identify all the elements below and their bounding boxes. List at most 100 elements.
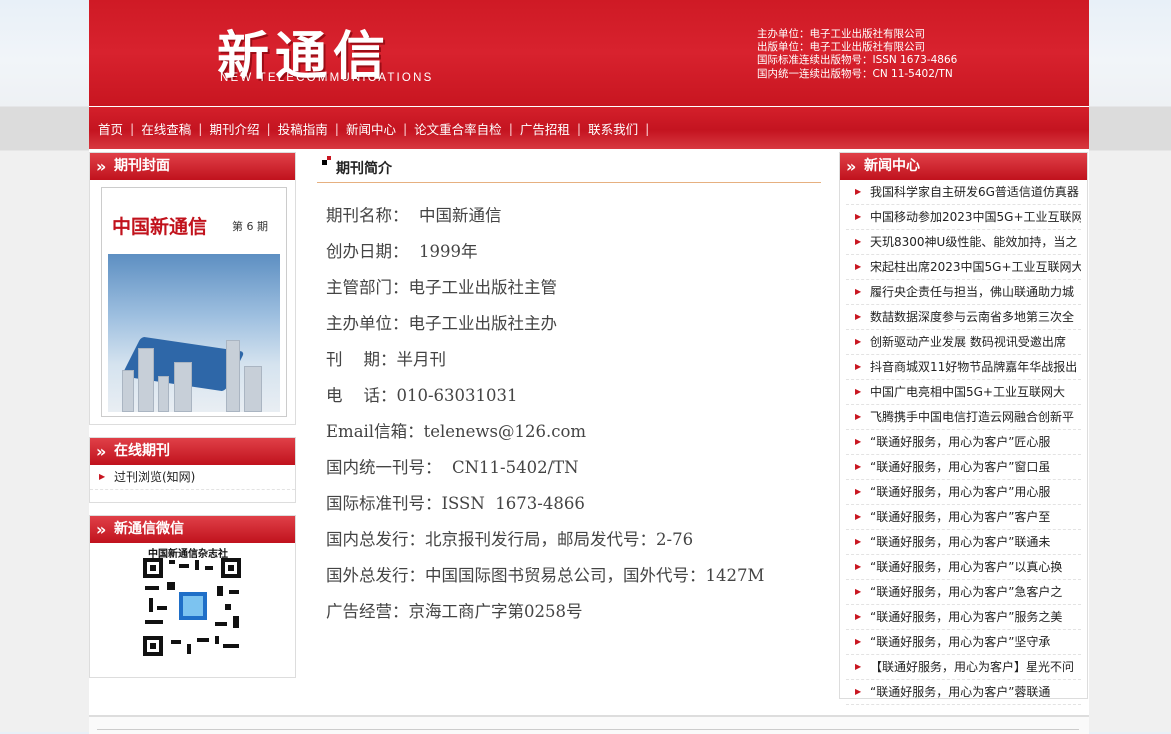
news-item[interactable]: ▶ “联通好服务，用心为客户”坚守承 (846, 630, 1081, 655)
cover-building (122, 370, 134, 412)
publisher-info-line: 出版单位：电子工业出版社有限公司 (757, 41, 925, 54)
news-item[interactable]: ▶ “联通好服务，用心为客户”以真心换 (846, 555, 1081, 580)
news-item-link[interactable]: “联通好服务，用心为客户”用心服 (870, 480, 1050, 504)
nav-label[interactable]: 论文重合率自检 (414, 119, 502, 138)
content-title-bar: 期刊简介 (317, 156, 821, 183)
triangle-right-icon: ▶ (855, 512, 862, 521)
news-item-link[interactable]: 履行央企责任与担当，佛山联通助力城 (870, 280, 1074, 304)
panel-title-bar: » 在线期刊 (90, 438, 295, 465)
news-panel: » 新闻中心 ▶ 我国科学家自主研发6G普适信道仿真器 ▶ 中国移动参加2023中国5… (839, 152, 1088, 705)
news-item-link[interactable]: “联通好服务，用心为客户”坚守承 (870, 630, 1050, 654)
news-item[interactable]: ▶ 我国科学家自主研发6G普适信道仿真器 (846, 180, 1081, 205)
news-item[interactable]: ▶ “联通好服务，用心为客户”急客户之 (846, 580, 1081, 605)
nav-item-journal-intro[interactable]: 期刊介绍 | (209, 119, 277, 138)
news-item-link[interactable]: 【联通好服务，用心为客户】星光不问 (870, 655, 1074, 679)
nav-separator: | (198, 120, 203, 136)
intro-line: 国内统一刊号： CN11-5402/TN (326, 458, 579, 477)
nav-label[interactable]: 期刊介绍 (209, 119, 259, 138)
news-item-link[interactable]: “联通好服务，用心为客户”以真心换 (870, 555, 1062, 579)
panel-title-bar: » 新通信微信 (90, 516, 295, 543)
news-item-link[interactable]: 抖音商城双11好物节品牌嘉年华战报出 (870, 355, 1077, 379)
news-item-link[interactable]: “联通好服务，用心为客户”窗口虽 (870, 455, 1050, 479)
triangle-right-icon: ▶ (855, 312, 862, 321)
nav-item-online-check[interactable]: 在线查稿 | (141, 119, 209, 138)
news-item[interactable]: ▶ 履行央企责任与担当，佛山联通助力城 (846, 280, 1081, 305)
site-logo-english: NEW TELECOMMUNICATIONS (220, 72, 434, 84)
intro-line: 电 话：010-63031031 (326, 386, 518, 405)
double-chevron-icon: » (96, 157, 107, 176)
nav-item-plagiarism-check[interactable]: 论文重合率自检 | (414, 119, 520, 138)
cover-building (138, 348, 154, 412)
news-item-link[interactable]: 中国广电亮相中国5G+工业互联网大 (870, 380, 1065, 404)
news-item[interactable]: ▶ “联通好服务，用心为客户”服务之美 (846, 605, 1081, 630)
nav-item-advertising[interactable]: 广告招租 | (520, 119, 588, 138)
news-item[interactable]: ▶ 飞腾携手中国电信打造云网融合创新平 (846, 405, 1081, 430)
triangle-right-icon: ▶ (855, 562, 862, 571)
nav-label[interactable]: 联系我们 (588, 119, 638, 138)
nav-label[interactable]: 新闻中心 (346, 119, 396, 138)
news-item[interactable]: ▶ “联通好服务，用心为客户”匠心服 (846, 430, 1081, 455)
news-item[interactable]: ▶ 数喆数据深度参与云南省多地第三次全 (846, 305, 1081, 330)
news-item-link[interactable]: “联通好服务，用心为客户”服务之美 (870, 605, 1062, 629)
list-item[interactable]: ▶ 过刊浏览(知网) (90, 465, 295, 490)
nav-label[interactable]: 投稿指南 (278, 119, 328, 138)
news-item[interactable]: ▶ “联通好服务，用心为客户”用心服 (846, 480, 1081, 505)
triangle-right-icon: ▶ (855, 187, 862, 196)
news-item-link[interactable]: 飞腾携手中国电信打造云网融合创新平 (870, 405, 1074, 429)
journal-intro: 期刊名称： 中国新通信 创办日期： 1999年 主管部门：电子工业出版社主管 主… (326, 202, 764, 634)
news-item[interactable]: ▶ 中国移动参加2023中国5G+工业互联网 (846, 205, 1081, 230)
publisher-info-line: 国际标准连续出版物号：ISSN 1673-4866 (757, 54, 958, 67)
news-item[interactable]: ▶ “联通好服务，用心为客户”蓉联通 (846, 680, 1081, 705)
list-item-link[interactable]: 过刊浏览(知网) (114, 465, 195, 489)
intro-line: 主办单位：电子工业出版社主办 (326, 314, 557, 333)
news-item-link[interactable]: “联通好服务，用心为客户”联通未 (870, 530, 1050, 554)
news-item-link[interactable]: “联通好服务，用心为客户”客户至 (870, 505, 1050, 529)
nav-item-news[interactable]: 新闻中心 | (346, 119, 414, 138)
news-item[interactable]: ▶ 创新驱动产业发展 数码视讯受邀出席 (846, 330, 1081, 355)
news-item-link[interactable]: 创新驱动产业发展 数码视讯受邀出席 (870, 330, 1066, 354)
news-item-link[interactable]: 中国移动参加2023中国5G+工业互联网 (870, 205, 1081, 229)
news-item-link[interactable]: 天玑8300神U级性能、能效加持，当之 (870, 230, 1077, 254)
cover-issue-number: 第 6 期 (232, 220, 268, 233)
news-item-link[interactable]: “联通好服务，用心为客户”蓉联通 (870, 680, 1050, 704)
news-item-link[interactable]: “联通好服务，用心为客户”匠心服 (870, 430, 1050, 454)
news-item[interactable]: ▶ “联通好服务，用心为客户”窗口虽 (846, 455, 1081, 480)
nav-item-home[interactable]: 首页 | (98, 119, 141, 138)
square-bullet-accent-icon (327, 156, 331, 160)
cover-magazine-title: 中国新通信 (112, 216, 208, 238)
triangle-right-icon: ▶ (855, 687, 862, 696)
news-item[interactable]: ▶ 中国广电亮相中国5G+工业互联网大 (846, 380, 1081, 405)
intro-line: 国外总发行：中国国际图书贸易总公司，国外代号：1427M (326, 566, 765, 585)
triangle-right-icon: ▶ (99, 472, 106, 481)
nav-label[interactable]: 在线查稿 (141, 119, 191, 138)
wechat-panel: » 新通信微信 中国新通信杂志社 (89, 515, 296, 678)
news-item[interactable]: ▶ “联通好服务，用心为客户”联通未 (846, 530, 1081, 555)
double-chevron-icon: » (96, 520, 107, 539)
nav-label[interactable]: 广告招租 (520, 119, 570, 138)
square-bullet-icon (322, 160, 327, 165)
cover-panel: » 期刊封面 中国新通信 第 6 期 (89, 152, 296, 425)
intro-line: 主管部门：电子工业出版社主管 (326, 278, 557, 297)
intro-line: 期刊名称： 中国新通信 (326, 206, 502, 225)
magazine-cover-image[interactable]: 中国新通信 第 6 期 (101, 187, 287, 417)
news-item-link[interactable]: “联通好服务，用心为客户”急客户之 (870, 580, 1062, 604)
news-item-link[interactable]: 数喆数据深度参与云南省多地第三次全 (870, 305, 1074, 329)
news-item[interactable]: ▶ 天玑8300神U级性能、能效加持，当之 (846, 230, 1081, 255)
cover-building (244, 366, 262, 412)
double-chevron-icon: » (96, 442, 107, 461)
news-item-link[interactable]: 宋起柱出席2023中国5G+工业互联网大 (870, 255, 1081, 279)
nav-item-contact[interactable]: 联系我们 | (588, 119, 656, 138)
publisher-info-line: 国内统一连续出版物号：CN 11-5402/TN (757, 67, 953, 80)
news-item[interactable]: ▶ 宋起柱出席2023中国5G+工业互联网大 (846, 255, 1081, 280)
news-item-link[interactable]: 我国科学家自主研发6G普适信道仿真器 (870, 180, 1079, 204)
content-title: 期刊简介 (336, 161, 392, 177)
nav-label[interactable]: 首页 (98, 119, 123, 138)
panel-title: 期刊封面 (114, 158, 170, 174)
news-item[interactable]: ▶ 抖音商城双11好物节品牌嘉年华战报出 (846, 355, 1081, 380)
news-item[interactable]: ▶ 【联通好服务，用心为客户】星光不问 (846, 655, 1081, 680)
publisher-info-line: 主办单位：电子工业出版社有限公司 (757, 28, 925, 40)
page-container: 新通信 NEW TELECOMMUNICATIONS 主办单位：电子工业出版社有… (89, 0, 1089, 734)
news-list: ▶ 我国科学家自主研发6G普适信道仿真器 ▶ 中国移动参加2023中国5G+工业互联网… (840, 180, 1087, 705)
news-item[interactable]: ▶ “联通好服务，用心为客户”客户至 (846, 505, 1081, 530)
nav-item-submission-guide[interactable]: 投稿指南 | (278, 119, 346, 138)
